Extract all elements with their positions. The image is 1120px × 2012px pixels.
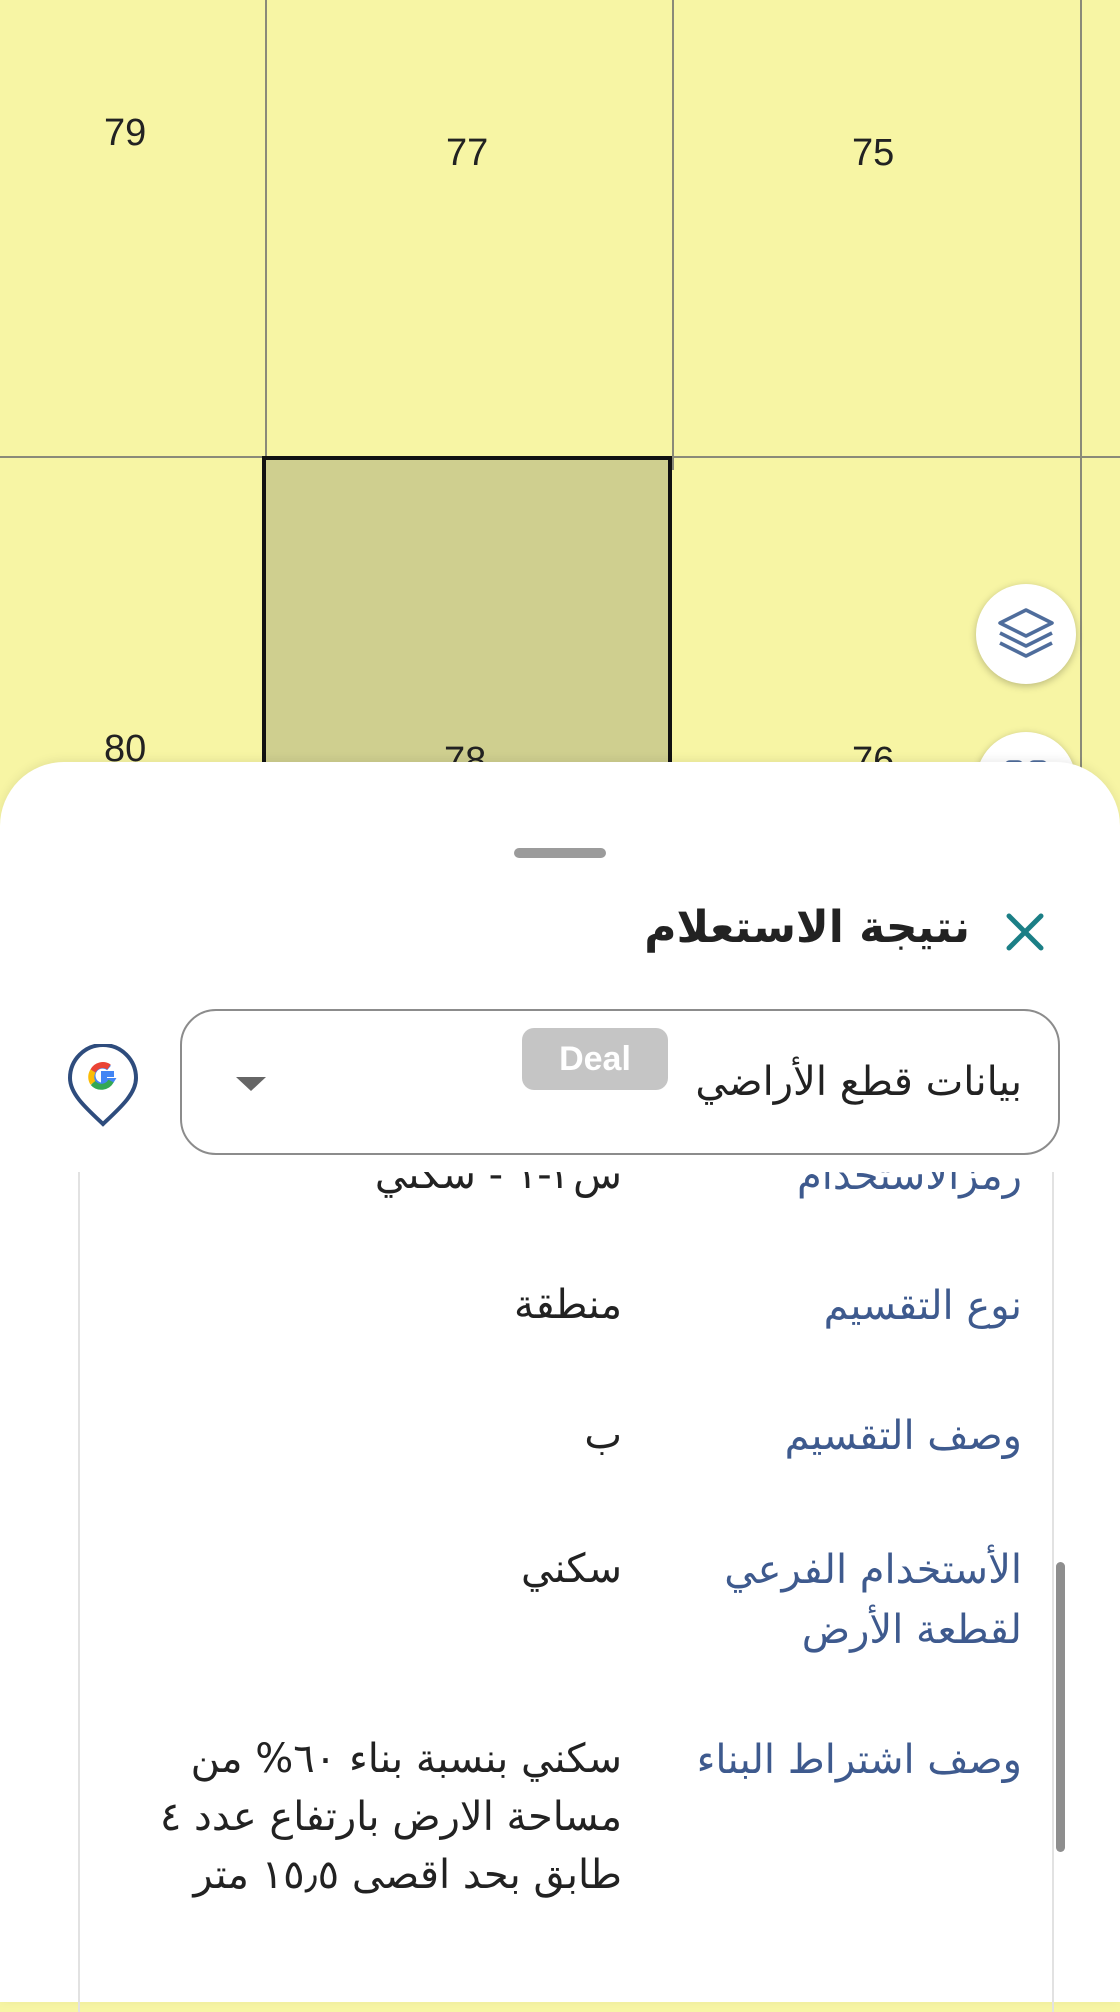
scrollbar[interactable] (1056, 1562, 1065, 1852)
row-label: نوع التقسيم (823, 1283, 1022, 1329)
google-pin-icon (67, 1043, 139, 1127)
watermark: Deal (522, 1028, 668, 1090)
layers-icon (998, 608, 1054, 658)
details-row: وصف اشتراط البناء سكني بنسبة بناء ٦٠% من… (80, 1730, 1052, 2012)
close-icon (1006, 913, 1044, 951)
plot-number: 79 (104, 112, 147, 154)
select-value: بيانات قطع الأراضي (695, 1059, 1022, 1105)
plot-number: 75 (852, 132, 895, 174)
details-row: الأستخدام الفرعي لقطعة الأرض سكني (80, 1540, 1052, 1680)
details-row: نوع التقسيم منطقة (80, 1276, 1052, 1366)
row-label: رمزالاستخدام (796, 1172, 1022, 1199)
drag-handle[interactable] (514, 848, 606, 858)
row-label: الأستخدام الفرعي لقطعة الأرض (724, 1547, 1022, 1653)
details-row: وصف التقسيم ب (80, 1406, 1052, 1496)
google-pin-button[interactable] (66, 1043, 140, 1132)
layers-button[interactable] (976, 584, 1076, 684)
chevron-down-icon (236, 1077, 266, 1091)
close-button[interactable] (1000, 907, 1050, 957)
row-value: ب (584, 1412, 622, 1458)
parcel-boundary (672, 0, 674, 470)
parcel-boundary (265, 0, 267, 470)
details-list[interactable]: رمزالاستخدام س٢-١ - سكني نوع التقسيم منط… (78, 1172, 1054, 2012)
row-value: سكني بنسبة بناء ٦٠% من مساحة الارض بارتف… (159, 1736, 622, 1898)
row-value: منطقة (514, 1282, 622, 1328)
row-label: وصف التقسيم (784, 1413, 1022, 1459)
row-value: س٢-١ - سكني (374, 1172, 622, 1198)
query-result-sheet: نتيجة الاستعلام بيانات قطع الأراضي Deal … (0, 762, 1120, 2012)
parcel-boundary (1080, 0, 1082, 800)
row-label: وصف اشتراط البناء (696, 1737, 1022, 1783)
map-view[interactable]: 79 77 75 80 78 76 (0, 0, 1120, 800)
details-row: رمزالاستخدام س٢-١ - سكني (80, 1172, 1052, 1236)
sheet-title: نتيجة الاستعلام (644, 902, 970, 953)
row-value: سكني (520, 1546, 622, 1592)
plot-number: 77 (446, 132, 489, 174)
